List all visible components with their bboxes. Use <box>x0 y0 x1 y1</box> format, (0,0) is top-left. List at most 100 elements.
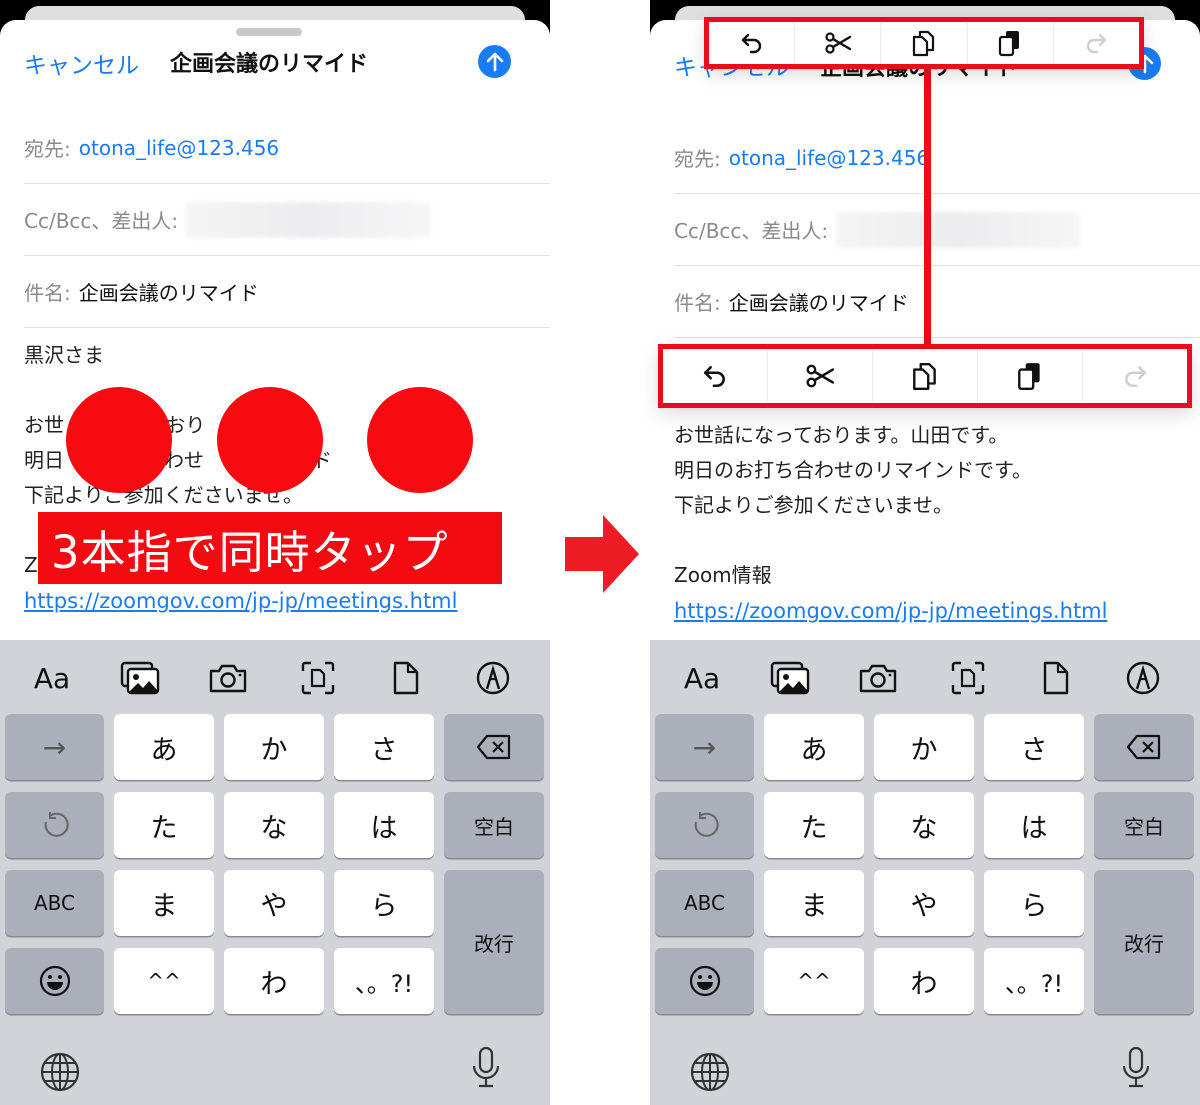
to-field[interactable]: 宛先: otona_life@123.456 <box>24 112 550 184</box>
body-line-3[interactable]: 下記よりご参加くださいませ。 <box>674 488 953 523</box>
zoom-heading-partial: Z <box>24 553 38 577</box>
cc-bcc-field[interactable]: Cc/Bcc、差出人: <box>674 194 1200 266</box>
key-abc[interactable]: ABC <box>655 870 754 936</box>
key-a[interactable]: あ <box>114 714 214 780</box>
undo-button[interactable] <box>709 22 796 64</box>
key-undo[interactable] <box>5 792 104 858</box>
redo-icon <box>1125 366 1147 388</box>
to-field[interactable]: 宛先: otona_life@123.456 <box>674 122 1200 194</box>
markup-button[interactable] <box>473 658 513 698</box>
key-ma[interactable]: ま <box>114 870 214 936</box>
camera-button[interactable] <box>858 658 898 698</box>
photo-library-button[interactable] <box>770 658 810 698</box>
camera-icon <box>859 664 897 693</box>
key-a[interactable]: あ <box>764 714 864 780</box>
zoom-link[interactable]: https://zoomgov.com/jp-jp/meetings.html <box>674 594 1107 629</box>
camera-button[interactable] <box>208 658 248 698</box>
cut-icon <box>806 364 835 388</box>
to-label: 宛先: <box>674 147 721 171</box>
key-emoji[interactable] <box>5 948 104 1014</box>
subject-label: 件名: <box>674 291 721 315</box>
body-line-2[interactable]: 明日のお打ち合わせのリマインドです。 <box>674 453 1032 488</box>
dictation-button[interactable] <box>464 1046 508 1090</box>
key-ya[interactable]: や <box>874 870 974 936</box>
subject-field[interactable]: 件名: 企画会議のリマイド <box>24 256 550 328</box>
redo-button[interactable] <box>1054 22 1139 64</box>
cancel-button[interactable]: キャンセル <box>24 46 139 80</box>
sender-redacted <box>836 211 1082 248</box>
format-button[interactable]: Aa <box>32 658 72 698</box>
undo-button[interactable] <box>663 349 768 403</box>
copy-button[interactable] <box>873 349 978 403</box>
key-return[interactable]: 改行 <box>444 870 544 1014</box>
scan-document-button[interactable] <box>948 658 988 698</box>
key-next-candidate[interactable]: → <box>655 714 754 780</box>
zoom-heading: Zoom情報 <box>674 563 772 587</box>
key-undo[interactable] <box>655 792 754 858</box>
subject-field[interactable]: 件名: 企画会議のリマイド <box>674 266 1200 338</box>
to-recipient[interactable]: otona_life@123.456 <box>729 146 929 170</box>
zoom-link[interactable]: https://zoomgov.com/jp-jp/meetings.html <box>24 584 457 619</box>
undo-edit-bar-top <box>704 17 1144 69</box>
compose-title: 企画会議のリマイド <box>170 52 369 77</box>
redo-button[interactable] <box>1083 349 1187 403</box>
zoom-link-text[interactable]: https://zoomgov.com/jp-jp/meetings.html <box>24 589 457 613</box>
key-ma[interactable]: ま <box>764 870 864 936</box>
key-next-candidate[interactable]: → <box>5 714 104 780</box>
dictation-button[interactable] <box>1114 1046 1158 1090</box>
send-button[interactable] <box>478 45 511 78</box>
key-ha[interactable]: は <box>984 792 1084 858</box>
transition-arrow-icon <box>565 515 639 593</box>
key-delete[interactable] <box>444 714 544 780</box>
scan-document-button[interactable] <box>298 658 338 698</box>
to-recipient[interactable]: otona_life@123.456 <box>79 136 279 160</box>
attach-file-button[interactable] <box>386 658 426 698</box>
key-kaomoji[interactable]: ^^ <box>114 948 214 1014</box>
cut-button[interactable] <box>768 349 873 403</box>
cc-label: Cc/Bcc、差出人: <box>674 219 829 243</box>
key-na[interactable]: な <box>224 792 324 858</box>
key-ha[interactable]: は <box>334 792 434 858</box>
body-line-1[interactable]: お世話になっております。山田です。 <box>674 418 1008 453</box>
globe-button[interactable] <box>688 1050 732 1094</box>
markup-button[interactable] <box>1123 658 1163 698</box>
key-ka[interactable]: か <box>874 714 974 780</box>
sheet-grabber[interactable] <box>236 28 302 36</box>
key-punctuation[interactable]: 、。?! <box>334 948 434 1014</box>
key-ya[interactable]: や <box>224 870 324 936</box>
cc-bcc-field[interactable]: Cc/Bcc、差出人: <box>24 184 550 256</box>
scan-document-icon <box>951 661 985 695</box>
key-ta[interactable]: た <box>114 792 214 858</box>
key-ra[interactable]: ら <box>334 870 434 936</box>
paste-button[interactable] <box>968 22 1054 64</box>
key-kaomoji[interactable]: ^^ <box>764 948 864 1014</box>
cut-button[interactable] <box>795 22 882 64</box>
photo-library-button[interactable] <box>120 658 160 698</box>
key-ra[interactable]: ら <box>984 870 1084 936</box>
key-sa[interactable]: さ <box>334 714 434 780</box>
key-wa[interactable]: わ <box>224 948 324 1014</box>
key-space[interactable]: 空白 <box>444 792 544 858</box>
globe-button[interactable] <box>38 1050 82 1094</box>
microphone-icon <box>472 1046 500 1088</box>
key-return[interactable]: 改行 <box>1094 870 1194 1014</box>
key-ka[interactable]: か <box>224 714 324 780</box>
key-delete[interactable] <box>1094 714 1194 780</box>
key-na[interactable]: な <box>874 792 974 858</box>
zoom-link-text[interactable]: https://zoomgov.com/jp-jp/meetings.html <box>674 599 1107 623</box>
undo-icon <box>703 366 725 388</box>
key-sa[interactable]: さ <box>984 714 1084 780</box>
key-ta[interactable]: た <box>764 792 864 858</box>
format-button[interactable]: Aa <box>682 658 722 698</box>
body-fragment: お世 <box>24 413 64 437</box>
copy-button[interactable] <box>881 22 968 64</box>
attach-file-button[interactable] <box>1036 658 1076 698</box>
key-emoji[interactable] <box>655 948 754 1014</box>
key-abc[interactable]: ABC <box>5 870 104 936</box>
key-wa[interactable]: わ <box>874 948 974 1014</box>
key-space[interactable]: 空白 <box>1094 792 1194 858</box>
key-punctuation[interactable]: 、。?! <box>984 948 1084 1014</box>
greeting-line[interactable]: 黒沢さま <box>24 338 104 373</box>
paste-button[interactable] <box>978 349 1083 403</box>
subject-value: 企画会議のリマイド <box>78 281 259 305</box>
